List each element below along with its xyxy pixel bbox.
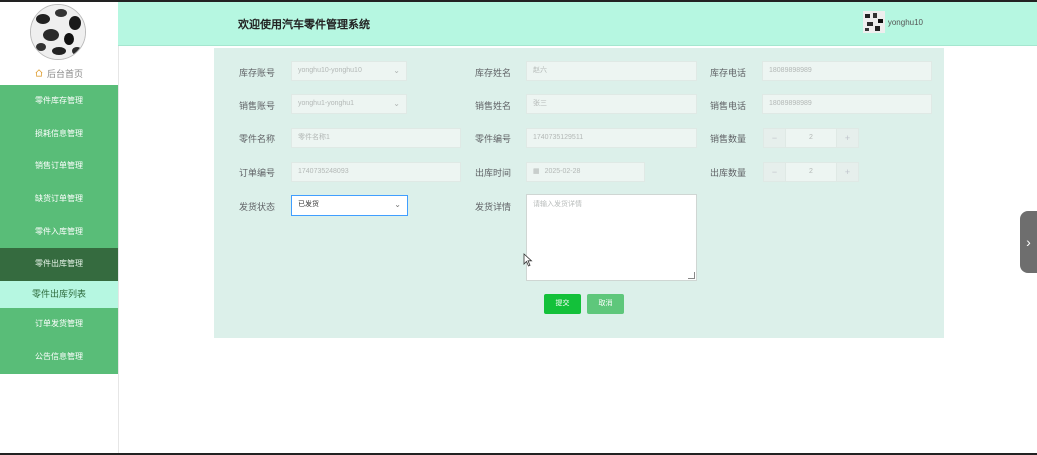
outbound-quantity-label: 出库数量	[710, 168, 747, 178]
inventory-name-label: 库存姓名	[475, 68, 512, 78]
shipping-details-placeholder: 请输入发货详情	[533, 201, 582, 208]
page-title: 欢迎使用汽车零件管理系统	[238, 19, 370, 31]
chevron-down-icon: ⌄	[393, 66, 400, 75]
inventory-phone-label: 库存电话	[710, 68, 747, 78]
outbound-quantity-stepper[interactable]: − 2 +	[763, 162, 859, 182]
sidebar-item-shortage-orders[interactable]: 缺货订单管理	[0, 183, 118, 216]
panel-toggle-button[interactable]: ›	[1020, 211, 1037, 273]
shipping-status-select[interactable]: 已发货 ⌄	[291, 195, 408, 216]
outbound-time-label: 出库时间	[475, 168, 512, 178]
sales-account-label: 销售账号	[239, 101, 276, 111]
sidebar-item-order-shipping[interactable]: 订单发货管理	[0, 308, 118, 341]
user-menu[interactable]: yonghu10	[862, 11, 923, 33]
plus-icon[interactable]: +	[836, 163, 858, 181]
inventory-account-value: yonghu10-yonghu10	[298, 67, 362, 74]
part-name-label: 零件名称	[239, 134, 276, 144]
home-icon	[35, 69, 43, 77]
sidebar-item-part-outbound[interactable]: 零件出库管理	[0, 248, 118, 282]
username: yonghu10	[887, 17, 923, 27]
resize-handle-icon[interactable]	[688, 272, 695, 279]
outbound-time-picker[interactable]: ▦ 2025-02-28	[526, 162, 645, 182]
sales-name-field[interactable]: 张三	[526, 94, 697, 114]
submit-button[interactable]: 提交	[544, 294, 581, 314]
shipping-details-textarea[interactable]: 请输入发货详情	[526, 194, 697, 281]
chevron-down-icon: ⌄	[394, 200, 401, 209]
sales-name-label: 销售姓名	[475, 101, 512, 111]
sidebar-item-sales-orders[interactable]: 销售订单管理	[0, 150, 118, 184]
shipping-status-value: 已发货	[298, 201, 319, 208]
cancel-button[interactable]: 取消	[587, 294, 624, 314]
shipping-details-label: 发货详情	[475, 202, 512, 212]
sidebar-item-announcements[interactable]: 公告信息管理	[0, 340, 118, 374]
plus-icon[interactable]: +	[836, 129, 858, 147]
sidebar: 后台首页 零件库存管理 损耗信息管理 销售订单管理 缺货订单管理 零件入库管理 …	[0, 2, 119, 453]
sales-phone-field[interactable]: 18089898989	[762, 94, 932, 114]
part-number-label: 零件编号	[475, 134, 512, 144]
header: 欢迎使用汽车零件管理系统 yonghu10	[118, 2, 1037, 46]
sales-phone-label: 销售电话	[710, 101, 747, 111]
sidebar-home-link[interactable]: 后台首页	[0, 64, 118, 82]
inventory-account-select[interactable]: yonghu10-yonghu10 ⌄	[291, 61, 407, 81]
minus-icon[interactable]: −	[764, 129, 786, 147]
outbound-quantity-value: 2	[809, 168, 813, 175]
sidebar-subitem-outbound-list[interactable]: 零件出库列表	[0, 281, 118, 309]
outbound-time-value: 2025-02-28	[544, 168, 581, 175]
sales-quantity-stepper[interactable]: − 2 +	[763, 128, 859, 148]
sales-quantity-value: 2	[809, 134, 813, 141]
outbound-form: 库存账号 yonghu10-yonghu10 ⌄ 库存姓名 赵六 库存电话 18…	[214, 48, 944, 338]
order-number-field[interactable]: 1740735248093	[291, 162, 461, 182]
part-number-field[interactable]: 1740735129511	[526, 128, 697, 148]
sidebar-item-part-inbound[interactable]: 零件入库管理	[0, 215, 118, 249]
chevron-down-icon: ⌄	[393, 99, 400, 108]
sidebar-menu: 零件库存管理 损耗信息管理 销售订单管理 缺货订单管理 零件入库管理 零件出库管…	[0, 85, 118, 374]
inventory-phone-field[interactable]: 18089898989	[762, 61, 932, 81]
sidebar-home-label: 后台首页	[46, 68, 83, 79]
mouse-cursor-icon	[523, 253, 533, 267]
chevron-right-icon: ›	[1026, 234, 1031, 250]
order-number-label: 订单编号	[239, 168, 276, 178]
inventory-name-field[interactable]: 赵六	[526, 61, 697, 81]
sidebar-item-part-inventory[interactable]: 零件库存管理	[0, 85, 118, 118]
calendar-icon: ▦	[533, 168, 540, 175]
sidebar-item-loss-info[interactable]: 损耗信息管理	[0, 117, 118, 151]
minus-icon[interactable]: −	[764, 163, 786, 181]
sales-account-value: yonghu1-yonghu1	[298, 100, 355, 107]
part-name-field[interactable]: 零件名称1	[291, 128, 461, 148]
inventory-account-label: 库存账号	[239, 68, 276, 78]
sales-account-select[interactable]: yonghu1-yonghu1 ⌄	[291, 94, 407, 114]
shipping-status-label: 发货状态	[239, 202, 276, 212]
avatar	[30, 4, 86, 60]
user-avatar	[862, 11, 885, 33]
sales-quantity-label: 销售数量	[710, 134, 747, 144]
